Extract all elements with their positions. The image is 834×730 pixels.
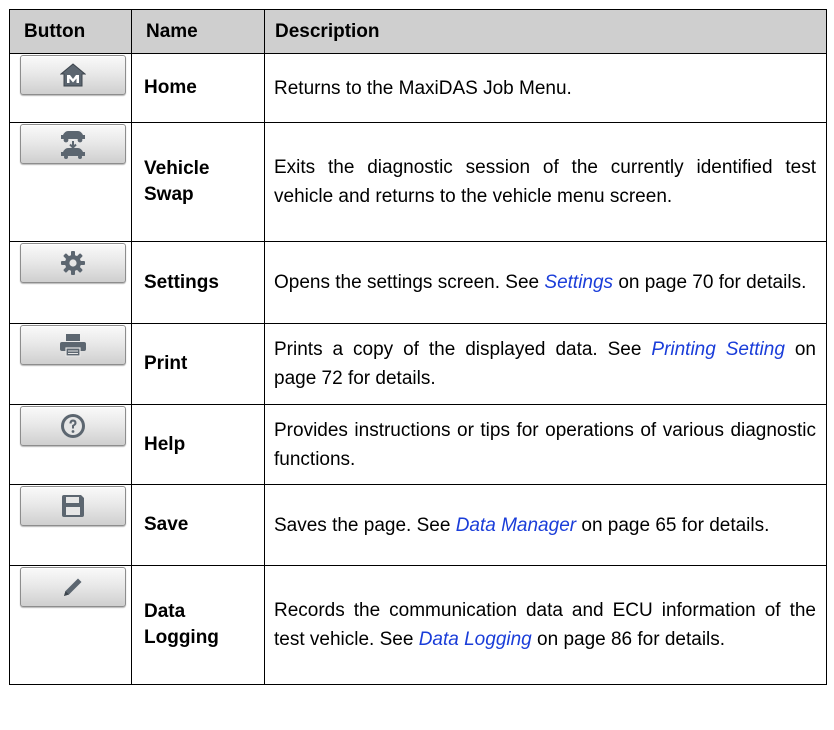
help-icon — [61, 414, 85, 438]
settings-link[interactable]: Settings — [544, 272, 613, 293]
row-name: Help — [131, 404, 265, 485]
row-name: Home — [131, 53, 265, 123]
row-description: Exits the diagnostic session of the curr… — [264, 122, 827, 242]
table-row: Home Returns to the MaxiDAS Job Menu. — [9, 53, 827, 123]
printing-setting-link[interactable]: Printing Setting — [651, 339, 785, 360]
print-button[interactable] — [20, 325, 126, 365]
table-row: Data Logging Records the communication d… — [9, 565, 827, 685]
table-row: Help Provides instructions or tips for o… — [9, 404, 827, 485]
header-name: Name — [131, 9, 265, 54]
table-header-row: Button Name Description — [9, 9, 827, 54]
row-name: Data Logging — [131, 565, 265, 685]
header-button: Button — [9, 9, 132, 54]
row-name: Print — [131, 323, 265, 405]
row-name: Save — [131, 484, 265, 566]
row-description: Returns to the MaxiDAS Job Menu. — [264, 53, 827, 123]
vehicle-swap-icon — [61, 131, 85, 159]
table-row: Print Prints a copy of the displayed dat… — [9, 323, 827, 405]
save-icon — [62, 495, 84, 517]
home-m-icon — [60, 63, 86, 87]
table-row: Settings Opens the settings screen. See … — [9, 241, 827, 324]
gear-icon — [61, 251, 85, 275]
table-row: Save Saves the page. See Data Manager on… — [9, 484, 827, 566]
data-logging-link[interactable]: Data Logging — [419, 629, 532, 650]
row-description: Saves the page. See Data Manager on page… — [264, 484, 827, 566]
printer-icon — [60, 334, 86, 357]
settings-button[interactable] — [20, 243, 126, 283]
home-button[interactable] — [20, 55, 126, 95]
row-name: Vehicle Swap — [131, 122, 265, 242]
vehicle-swap-button[interactable] — [20, 124, 126, 164]
row-name: Settings — [131, 241, 265, 324]
row-description: Prints a copy of the displayed data. See… — [264, 323, 827, 405]
toolbar-buttons-table: Button Name Description Home Returns to … — [9, 9, 827, 685]
header-description: Description — [264, 9, 827, 54]
data-logging-button[interactable] — [20, 567, 126, 607]
help-button[interactable] — [20, 406, 126, 446]
data-manager-link[interactable]: Data Manager — [456, 515, 576, 536]
row-description: Records the communication data and ECU i… — [264, 565, 827, 685]
row-description: Provides instructions or tips for operat… — [264, 404, 827, 485]
row-description: Opens the settings screen. See Settings … — [264, 241, 827, 324]
pencil-icon — [64, 578, 82, 596]
save-button[interactable] — [20, 486, 126, 526]
table-row: Vehicle Swap Exits the diagnostic sessio… — [9, 122, 827, 242]
